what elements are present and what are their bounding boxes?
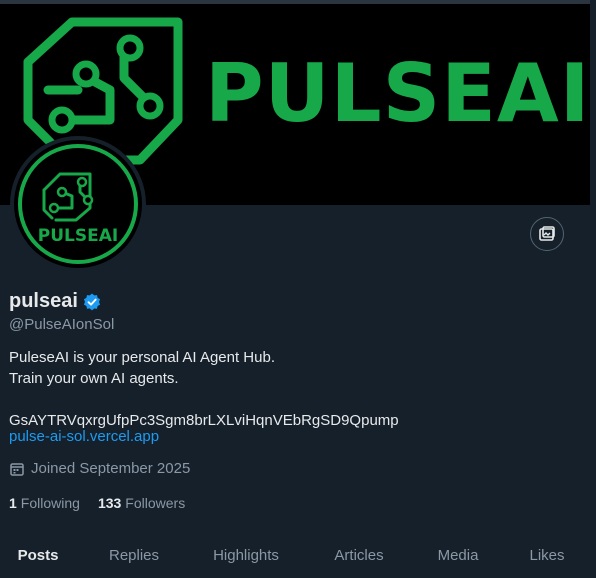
edit-photo-button[interactable] [530,217,564,251]
image-edit-icon [539,226,555,241]
bio-line [9,389,399,410]
banner-right-edge [590,0,596,205]
joined-date: Joined September 2025 [9,460,190,477]
followers-link[interactable]: 133 Followers [98,495,185,511]
followers-count: 133 [97,495,122,511]
banner-brand-text: PULSEAI [205,47,591,140]
tab-articles[interactable]: Articles [334,547,383,564]
tab-replies[interactable]: Replies [109,547,159,564]
name-row: pulseai [9,290,102,313]
handle: @PulseAIonSol [9,316,115,333]
follow-stats: 1 Following 133 Followers [9,495,203,511]
calendar-icon [10,462,24,476]
tab-highlights[interactable]: Highlights [213,547,279,564]
following-count: 1 [9,495,17,511]
bio-line: PuleseAI is your personal AI Agent Hub. [9,349,275,366]
avatar-brand-text: PULSEAI [37,226,119,246]
tab-likes[interactable]: Likes [529,547,564,564]
website-link[interactable]: pulse-ai-sol.vercel.app [9,428,159,445]
followers-label: Followers [125,495,186,511]
display-name: pulseai [9,290,78,312]
joined-text: Joined September 2025 [31,460,191,477]
avatar-circuit-icon [18,144,138,264]
tab-media[interactable]: Media [438,547,479,564]
following-label: Following [20,495,80,511]
bio: PuleseAI is your personal AI Agent Hub. … [9,347,399,431]
profile-tabs: Posts Replies Highlights Articles Media … [0,532,596,578]
following-link[interactable]: 1 Following [9,495,80,511]
verified-badge-icon[interactable] [82,292,102,312]
bio-line: Train your own AI agents. [9,370,179,387]
avatar[interactable]: PULSEAI [10,136,146,272]
tab-posts[interactable]: Posts [18,547,59,564]
